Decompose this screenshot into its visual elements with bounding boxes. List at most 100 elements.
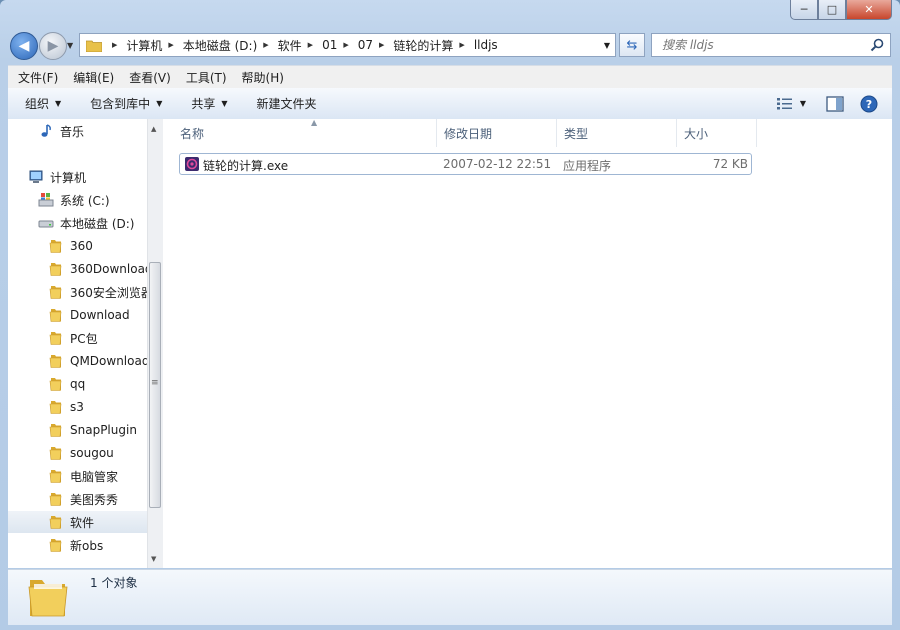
tree-item-label: sougou	[70, 446, 114, 460]
tree-item-folder[interactable]: s3	[8, 396, 153, 418]
tree-item-folder[interactable]: 360安全浏览器	[8, 281, 153, 303]
details-pane: 1 个对象	[8, 569, 892, 625]
tree-item-folder[interactable]: 360	[8, 235, 153, 257]
breadcrumb-item[interactable]: ▶ lldjs	[453, 38, 497, 52]
menu-view[interactable]: 查看(V)	[119, 69, 176, 86]
column-header-date[interactable]: 修改日期	[437, 119, 557, 147]
tree-item-label: 360	[70, 239, 93, 253]
refresh-button[interactable]: ⇆	[619, 33, 645, 57]
menu-edit[interactable]: 编辑(E)	[63, 69, 119, 86]
file-type: 应用程序	[563, 159, 612, 173]
include-in-library-button[interactable]: 包含到库中 ▼	[90, 95, 162, 112]
breadcrumb-item[interactable]: ▶ 01	[302, 38, 338, 52]
view-options-dropdown-icon[interactable]: ▼	[800, 99, 806, 108]
folder-icon	[49, 286, 62, 299]
tree-item-folder[interactable]: PC包	[8, 327, 153, 349]
tree-item-label: 电脑管家	[70, 469, 119, 484]
navigation-pane: 音乐 计算机 系统 (C:) 本地磁盘 (D:) 360 360Download 3…	[8, 119, 163, 568]
search-box[interactable]	[651, 33, 891, 57]
tree-item-folder[interactable]: 美图秀秀	[8, 488, 153, 510]
tree-item-folder[interactable]: SnapPlugin	[8, 419, 153, 441]
command-bar: 组织 ▼ 包含到库中 ▼ 共享 ▼ 新建文件夹 ▼ ?	[8, 88, 892, 120]
maximize-button[interactable]: □	[818, 0, 846, 20]
forward-button[interactable]: ▶	[39, 32, 67, 60]
folder-icon	[49, 240, 62, 253]
address-bar[interactable]: ▶ 计算机 ▶ 本地磁盘 (D:) ▶ 软件 ▶ 01 ▶ 07 ▶ 链轮的计算 ▶ lldj…	[79, 33, 616, 57]
tree-item-label: 系统 (C:)	[60, 193, 110, 208]
tree-item-folder[interactable]: QMDownload	[8, 350, 153, 372]
tree-item-drive-c[interactable]: 系统 (C:)	[38, 189, 153, 211]
tree-item-folder[interactable]: sougou	[8, 442, 153, 464]
tree-item-label: PC包	[70, 331, 98, 346]
file-list-pane[interactable]: 名称 ▲ 修改日期 类型 大小 链轮的计算.exe 2007-02-12 22:…	[163, 118, 892, 568]
breadcrumb-label: 链轮的计算	[393, 38, 454, 53]
window-controls: ─ □ ✕	[790, 0, 892, 20]
scrollbar-grip-icon: ≡	[151, 378, 159, 388]
menu-bar: 文件(F) 编辑(E) 查看(V) 工具(T) 帮助(H)	[8, 65, 892, 88]
tree-item-folder[interactable]: 电脑管家	[8, 465, 153, 487]
chevron-down-icon: ▼	[221, 99, 228, 108]
tree-item-folder[interactable]: 360Download	[8, 258, 153, 280]
new-folder-label: 新建文件夹	[256, 97, 317, 111]
tree-item-label: SnapPlugin	[70, 423, 137, 437]
computer-icon	[29, 170, 43, 183]
menu-help[interactable]: 帮助(H)	[232, 69, 289, 86]
tree-item-folder[interactable]: 软件	[8, 511, 153, 533]
breadcrumb-item[interactable]: ▶ 本地磁盘 (D:)	[162, 37, 257, 54]
scroll-up-icon[interactable]: ▲	[151, 125, 156, 133]
breadcrumb-label: 本地磁盘 (D:)	[182, 38, 258, 53]
folder-icon	[49, 378, 62, 391]
address-history-dropdown-icon[interactable]: ▼	[604, 41, 610, 50]
menu-file[interactable]: 文件(F)	[8, 69, 63, 86]
breadcrumb-item[interactable]: ▶ 计算机	[106, 37, 162, 54]
organize-label: 组织	[25, 97, 50, 111]
new-folder-button[interactable]: 新建文件夹	[257, 95, 317, 112]
tree-item-label: 新obs	[70, 538, 104, 553]
scroll-down-icon[interactable]: ▼	[151, 555, 156, 563]
folder-icon	[49, 470, 62, 483]
recent-pages-dropdown-icon[interactable]: ▼	[67, 41, 73, 50]
search-input[interactable]	[660, 37, 864, 53]
explorer-window: ─ □ ✕ ◀ ▶ ▼ ▶ 计算机 ▶ 本地磁盘 (D:) ▶ 软件 ▶ 01 ▶ 07 …	[0, 0, 900, 630]
column-header-label: 名称	[180, 126, 205, 141]
breadcrumb-label: lldjs	[473, 38, 498, 52]
share-button[interactable]: 共享 ▼	[191, 95, 227, 112]
tree-item-label: qq	[70, 377, 86, 391]
navigation-pane-scrollbar[interactable]: ▲ ≡ ▼	[147, 119, 163, 568]
view-options-icon[interactable]	[776, 97, 794, 111]
folder-icon	[49, 401, 62, 414]
column-header-type[interactable]: 类型	[557, 119, 677, 147]
tree-item-music[interactable]: 音乐	[38, 120, 153, 142]
breadcrumb-label: 软件	[277, 38, 302, 53]
tree-item-computer[interactable]: 计算机	[28, 166, 153, 188]
minimize-button[interactable]: ─	[790, 0, 818, 20]
include-library-label: 包含到库中	[90, 97, 151, 111]
tree-item-folder[interactable]: Download	[8, 304, 153, 326]
column-header-size[interactable]: 大小	[677, 119, 757, 147]
folder-icon	[49, 332, 62, 345]
close-button[interactable]: ✕	[846, 0, 892, 20]
column-header-label: 类型	[564, 126, 589, 141]
tree-item-drive-d[interactable]: 本地磁盘 (D:)	[38, 212, 153, 234]
music-note-icon	[41, 124, 51, 137]
title-bar[interactable]: ─ □ ✕	[0, 0, 900, 30]
breadcrumb-item[interactable]: ▶ 链轮的计算	[373, 37, 453, 54]
search-icon[interactable]	[870, 38, 884, 52]
file-row[interactable]: 链轮的计算.exe 2007-02-12 22:51 应用程序 72 KB	[179, 153, 752, 175]
column-header-name[interactable]: 名称 ▲	[173, 118, 437, 147]
tree-item-folder[interactable]: 新obs	[8, 534, 153, 556]
file-date: 2007-02-12 22:51	[443, 157, 552, 171]
file-size: 72 KB	[712, 157, 748, 171]
back-button[interactable]: ◀	[10, 32, 38, 60]
organize-button[interactable]: 组织 ▼	[25, 95, 61, 112]
breadcrumb-label: 01	[322, 38, 338, 52]
tree-item-folder[interactable]: qq	[8, 373, 153, 395]
help-icon[interactable]: ?	[860, 95, 878, 113]
breadcrumb-item[interactable]: ▶ 软件	[257, 37, 301, 54]
tree-item-label: 音乐	[60, 124, 85, 139]
preview-pane-icon[interactable]	[826, 95, 844, 112]
breadcrumb-item[interactable]: ▶ 07	[337, 38, 373, 52]
folder-icon	[49, 424, 62, 437]
menu-tools[interactable]: 工具(T)	[176, 69, 232, 86]
tree-item-label: 美图秀秀	[70, 492, 119, 507]
